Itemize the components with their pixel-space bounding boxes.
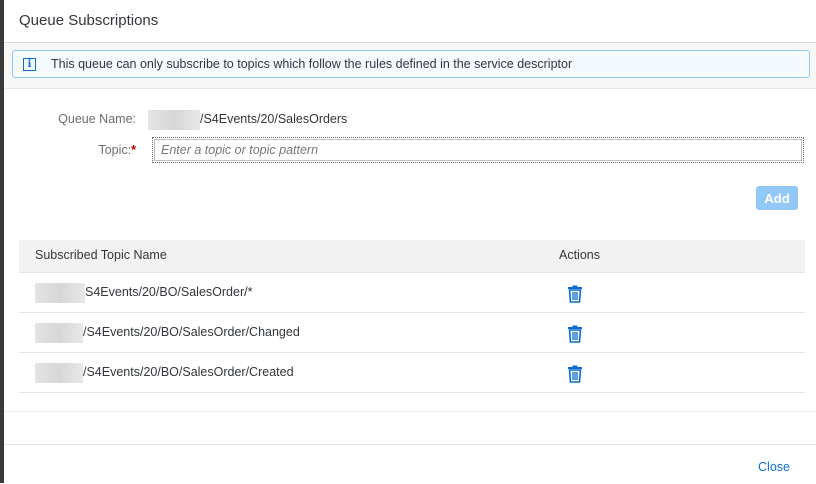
- table-row: /S4Events/20/BO/SalesOrder/Created: [19, 353, 805, 393]
- redacted-prefix: [35, 363, 83, 383]
- column-header-topic-name: Subscribed Topic Name: [35, 248, 167, 262]
- add-button[interactable]: Add: [756, 186, 798, 210]
- redacted-prefix: [148, 110, 200, 130]
- delete-subscription-button[interactable]: [565, 284, 585, 304]
- content-divider: [4, 411, 816, 412]
- close-button[interactable]: Close: [758, 460, 790, 474]
- delete-subscription-button[interactable]: [565, 324, 585, 344]
- redacted-prefix: [35, 323, 83, 343]
- dialog-title: Queue Subscriptions: [19, 12, 159, 29]
- topic-name: /S4Events/20/BO/SalesOrder/Created: [83, 365, 294, 379]
- required-marker: *: [131, 143, 136, 157]
- column-header-actions: Actions: [559, 248, 600, 262]
- info-message-text: This queue can only subscribe to topics …: [51, 57, 573, 71]
- trash-icon: [568, 325, 582, 343]
- queue-name-value: /S4Events/20/SalesOrders: [200, 112, 348, 126]
- dialog-header: Queue Subscriptions: [4, 0, 816, 43]
- topic-name: S4Events/20/BO/SalesOrder/*: [85, 285, 253, 299]
- table-row: /S4Events/20/BO/SalesOrder/Changed: [19, 313, 805, 353]
- redacted-prefix: [35, 283, 85, 303]
- queue-name-label: Queue Name:: [58, 112, 136, 126]
- topic-input[interactable]: [152, 137, 804, 163]
- queue-subscriptions-dialog: Queue Subscriptions i This queue can onl…: [4, 0, 816, 484]
- trash-icon: [568, 365, 582, 383]
- info-strip: i This queue can only subscribe to topic…: [4, 43, 816, 89]
- dialog-footer: Close: [4, 444, 816, 484]
- topic-label-text: Topic:: [98, 143, 132, 157]
- topic-label: Topic:*: [24, 143, 136, 157]
- table-row: S4Events/20/BO/SalesOrder/*: [19, 273, 805, 313]
- subscribed-topics-table: Subscribed Topic Name Actions S4Events/2…: [19, 240, 805, 393]
- topic-name: /S4Events/20/BO/SalesOrder/Changed: [83, 325, 300, 339]
- table-header: Subscribed Topic Name Actions: [19, 240, 805, 273]
- trash-icon: [568, 285, 582, 303]
- info-message-strip: i This queue can only subscribe to topic…: [12, 50, 810, 78]
- info-icon: i: [23, 58, 36, 71]
- delete-subscription-button[interactable]: [565, 364, 585, 384]
